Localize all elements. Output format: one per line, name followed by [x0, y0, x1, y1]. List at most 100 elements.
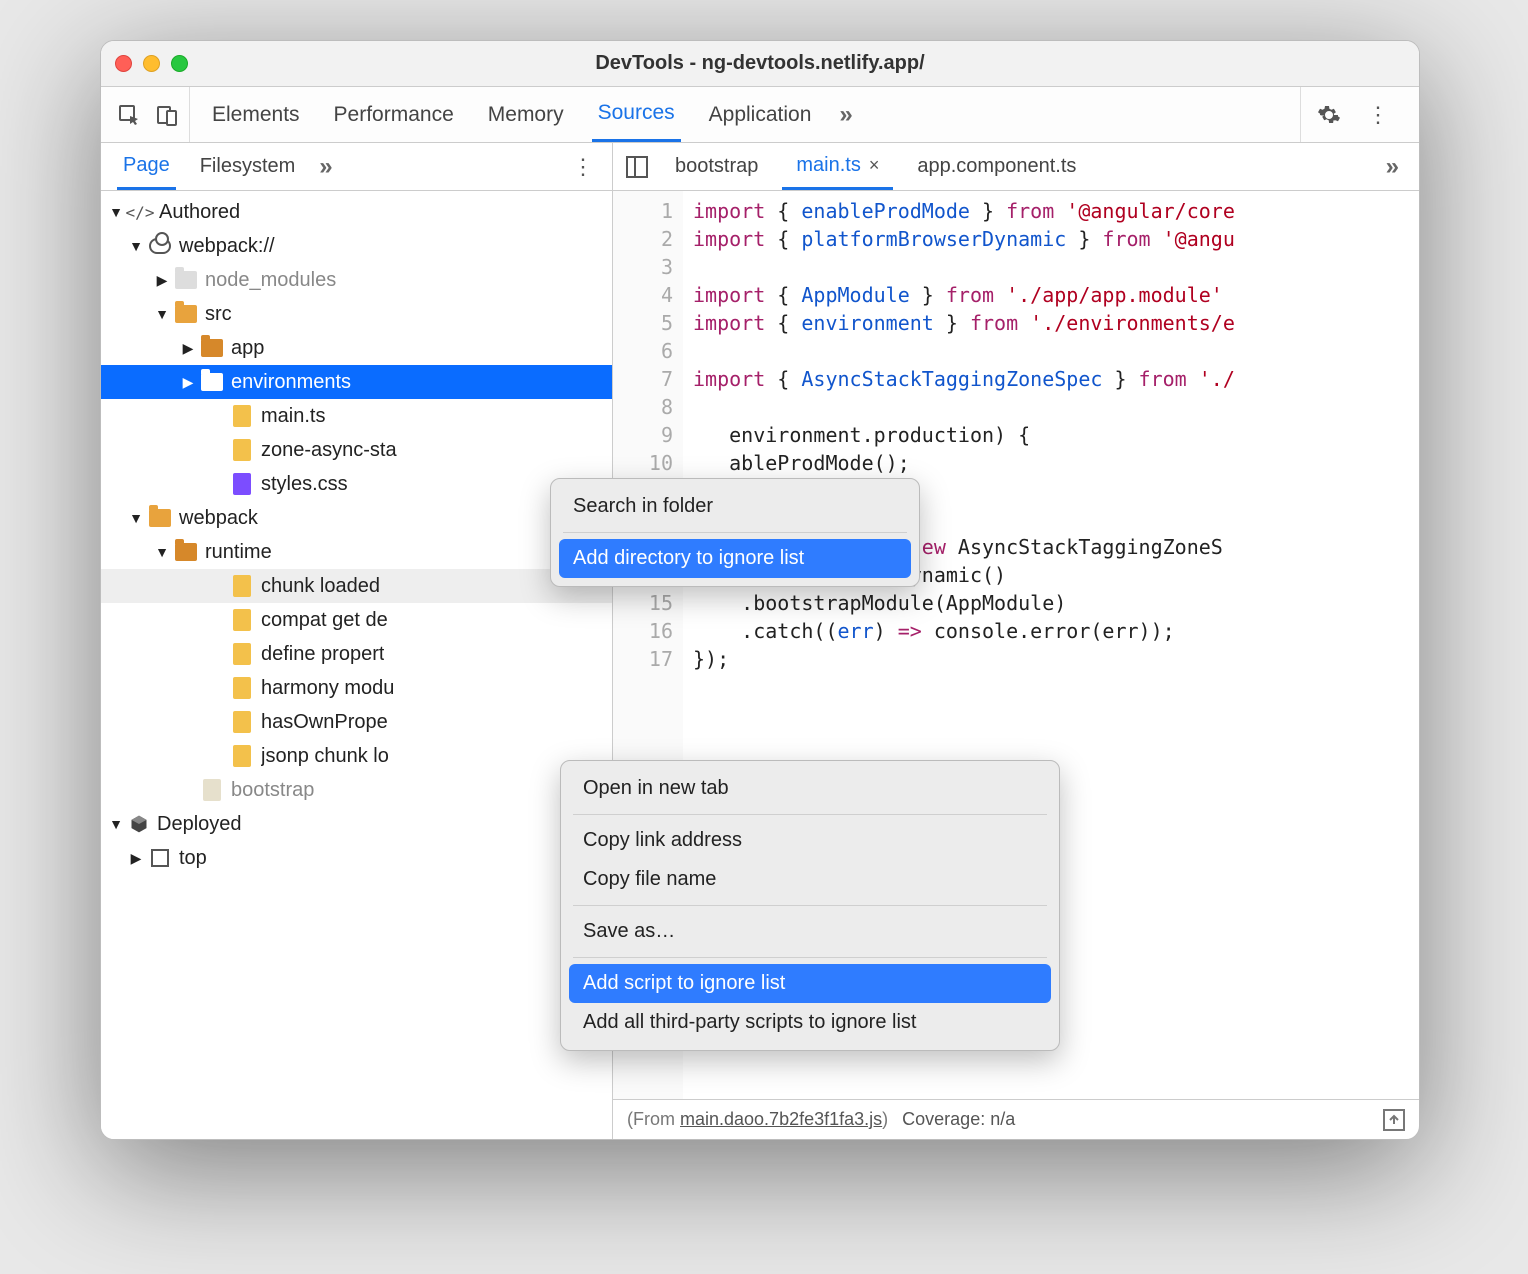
editor-tab-label: bootstrap — [675, 155, 758, 178]
tree-item-label: src — [205, 303, 232, 326]
maximize-window-button[interactable] — [171, 55, 188, 72]
menu-item-save-as-[interactable]: Save as… — [569, 912, 1051, 951]
folder-icon — [175, 269, 197, 291]
tree-item-label: harmony modu — [261, 677, 394, 700]
close-window-button[interactable] — [115, 55, 132, 72]
tree-item-label: app — [231, 337, 264, 360]
tab-memory[interactable]: Memory — [482, 87, 570, 142]
code-brackets-icon: </> — [129, 201, 151, 223]
main-toolbar: Elements Performance Memory Sources Applicat… — [101, 87, 1419, 143]
tree-item-runtime[interactable]: ▼runtime — [101, 535, 612, 569]
folder-icon — [149, 507, 171, 529]
tree-item-label: node_modules — [205, 269, 336, 292]
tree-item-define-propert[interactable]: define propert — [101, 637, 612, 671]
inspect-element-icon[interactable] — [115, 101, 143, 129]
tab-sources[interactable]: Sources — [592, 87, 681, 142]
tree-item-harmony-modu[interactable]: harmony modu — [101, 671, 612, 705]
context-menu-file: Open in new tab Copy link addressCopy fil… — [560, 760, 1060, 1051]
tab-elements[interactable]: Elements — [206, 87, 306, 142]
subtabs-overflow-icon[interactable]: » — [319, 153, 332, 181]
close-tab-icon[interactable]: × — [869, 155, 880, 176]
tree-item-label: runtime — [205, 541, 272, 564]
tree-item-label: environments — [231, 371, 351, 394]
window-title: DevTools - ng-devtools.netlify.app/ — [101, 52, 1419, 75]
menu-item-copy-file-name[interactable]: Copy file name — [569, 860, 1051, 899]
menu-item-copy-link-address[interactable]: Copy link address — [569, 821, 1051, 860]
editor-tab-bootstrap[interactable]: bootstrap — [661, 143, 772, 190]
tree-item-webpack[interactable]: ▼webpack — [101, 501, 612, 535]
subtab-page[interactable]: Page — [117, 143, 176, 190]
status-from-suffix: ) — [882, 1109, 888, 1129]
menu-item-add-script-to-ignore-list[interactable]: Add script to ignore list — [569, 964, 1051, 1003]
main-kebab-icon[interactable]: ⋮ — [1357, 102, 1399, 128]
tree-item-src[interactable]: ▼src — [101, 297, 612, 331]
tree-item-zone-async-sta[interactable]: zone-async-sta — [101, 433, 612, 467]
status-coverage: Coverage: n/a — [902, 1109, 1015, 1130]
tree-item-label: define propert — [261, 643, 384, 666]
tab-application[interactable]: Application — [703, 87, 818, 142]
tree-item-webpack-[interactable]: ▼webpack:// — [101, 229, 612, 263]
tree-item-label: webpack:// — [179, 235, 275, 258]
editor-tabs-overflow-icon[interactable]: » — [1386, 153, 1409, 181]
tree-item-label: chunk loaded — [261, 575, 380, 598]
tree-item-bootstrap[interactable]: bootstrap — [101, 773, 612, 807]
tree-item-hasownprope[interactable]: hasOwnPrope — [101, 705, 612, 739]
tree-item-node-modules[interactable]: ▶node_modules — [101, 263, 612, 297]
file-icon — [231, 473, 253, 495]
sidebar-kebab-icon[interactable]: ⋮ — [562, 154, 604, 180]
tree-item-deployed[interactable]: ▼Deployed — [101, 807, 612, 841]
menu-item-add-all-third-party-scripts-to-ignore-list[interactable]: Add all third-party scripts to ignore li… — [569, 1003, 1051, 1042]
navigator-toggle-icon[interactable] — [623, 153, 651, 181]
tree-item-jsonp-chunk-lo[interactable]: jsonp chunk lo — [101, 739, 612, 773]
tree-item-main-ts[interactable]: main.ts — [101, 399, 612, 433]
menu-item-add-directory-to-ignore-list[interactable]: Add directory to ignore list — [559, 539, 911, 578]
tree-item-authored[interactable]: ▼</>Authored — [101, 195, 612, 229]
device-toggle-icon[interactable] — [153, 101, 181, 129]
editor-tab-label: app.component.ts — [917, 155, 1076, 178]
folder-icon — [175, 541, 197, 563]
tree-item-label: webpack — [179, 507, 258, 530]
tree-item-label: main.ts — [261, 405, 325, 428]
pretty-print-icon[interactable] — [1383, 1109, 1405, 1131]
tree-item-compat-get-de[interactable]: compat get de — [101, 603, 612, 637]
cloud-icon — [149, 235, 171, 257]
tree-item-label: compat get de — [261, 609, 388, 632]
tree-item-label: Deployed — [157, 813, 242, 836]
tabs-overflow-icon[interactable]: » — [839, 101, 852, 129]
file-icon — [231, 609, 253, 631]
file-icon — [231, 405, 253, 427]
tree-item-label: top — [179, 847, 207, 870]
editor-tab-app-component-ts[interactable]: app.component.ts — [903, 143, 1090, 190]
tree-item-app[interactable]: ▶app — [101, 331, 612, 365]
file-icon — [231, 677, 253, 699]
editor-tabs: bootstrap main.ts × app.component.ts » — [613, 143, 1419, 191]
settings-gear-icon[interactable] — [1315, 101, 1343, 129]
editor-tab-main-ts[interactable]: main.ts × — [782, 143, 893, 190]
tab-performance[interactable]: Performance — [328, 87, 460, 142]
tree-item-styles-css[interactable]: styles.css — [101, 467, 612, 501]
status-source-link[interactable]: main.daoo.7b2fe3f1fa3.js — [680, 1109, 882, 1129]
tree-item-top[interactable]: ▶top — [101, 841, 612, 875]
editor-tab-label: main.ts — [796, 154, 860, 177]
tree-item-label: hasOwnPrope — [261, 711, 388, 734]
sources-sidebar: PageFilesystem» ⋮ ▼</>Authored▼webpack:/… — [101, 143, 613, 1139]
file-icon — [231, 439, 253, 461]
tree-item-label: styles.css — [261, 473, 348, 496]
status-from-prefix: (From — [627, 1109, 680, 1129]
menu-item-open-in-new-tab[interactable]: Open in new tab — [569, 769, 1051, 808]
cube-icon — [129, 814, 149, 834]
subtab-filesystem[interactable]: Filesystem — [194, 143, 302, 190]
file-icon — [231, 575, 253, 597]
minimize-window-button[interactable] — [143, 55, 160, 72]
folder-icon — [175, 303, 197, 325]
file-icon — [201, 779, 223, 801]
menu-item-search-in-folder[interactable]: Search in folder — [559, 487, 911, 526]
frame-icon — [149, 847, 171, 869]
tree-item-label: jsonp chunk lo — [261, 745, 389, 768]
tree-item-chunk-loaded[interactable]: chunk loaded — [101, 569, 612, 603]
tree-item-environments[interactable]: ▶environments — [101, 365, 612, 399]
titlebar: DevTools - ng-devtools.netlify.app/ — [101, 41, 1419, 87]
folder-icon — [201, 337, 223, 359]
tree-item-label: Authored — [159, 201, 240, 224]
window-controls — [115, 55, 188, 72]
